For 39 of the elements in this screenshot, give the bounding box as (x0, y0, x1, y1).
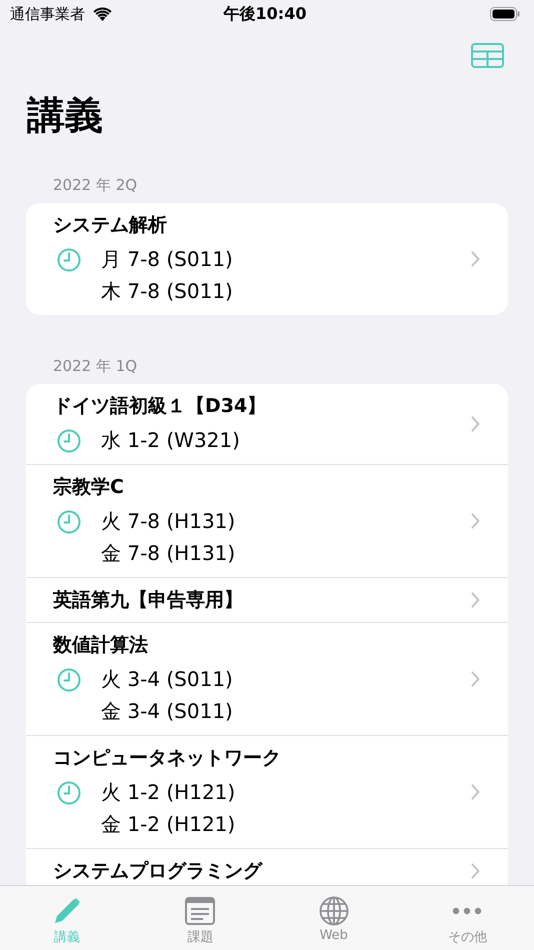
class-time: 月 7-8 (S011) (101, 246, 233, 273)
clock-icon (57, 781, 81, 805)
chevron-icon (471, 592, 480, 608)
chevron-icon (471, 863, 480, 879)
section-header: 2022 年 2Q (52, 175, 138, 196)
chevron-icon (471, 671, 480, 687)
battery-icon (490, 7, 520, 21)
page-title: 講義 (26, 92, 104, 139)
section-header: 2022 年 1Q (52, 356, 138, 377)
chevron-icon (471, 251, 480, 267)
wifi-icon (93, 7, 112, 21)
clock-icon (57, 510, 81, 534)
chevron-icon (471, 513, 480, 529)
course-row[interactable]: 宗教学C 火 7-8 (H131) 金 7-8 (H131) (26, 465, 508, 578)
status-time: 午後10:40 (224, 4, 306, 24)
chevron-icon (471, 416, 480, 432)
course-row[interactable]: ドイツ語初級１【D34】 水 1-2 (W321) (26, 384, 508, 465)
course-row[interactable]: 数値計算法 火 3-4 (S011) 金 3-4 (S011) (26, 623, 508, 736)
table-icon[interactable] (471, 42, 504, 68)
more-icon (452, 907, 482, 915)
class-time: 金 1-2 (H121) (101, 811, 236, 838)
globe-icon (318, 896, 349, 926)
class-time: 火 7-8 (H131) (101, 508, 236, 535)
class-time: 木 7-8 (S011) (101, 278, 233, 305)
class-time: 水 1-2 (W321) (101, 427, 240, 454)
class-time: 金 3-4 (S011) (101, 698, 233, 725)
course-row[interactable]: コンピュータネットワーク 火 1-2 (H121) 金 1-2 (H121) (26, 736, 508, 849)
chevron-icon (471, 784, 480, 800)
class-time: 金 7-8 (H131) (101, 540, 236, 567)
clock-icon (57, 248, 81, 272)
class-time: 火 1-2 (H121) (101, 779, 236, 806)
course-row[interactable]: システムプログラミング (26, 849, 508, 885)
class-time: 火 3-4 (S011) (101, 666, 233, 693)
clock-icon (57, 668, 81, 692)
course-row[interactable]: 英語第九【申告専用】 (26, 578, 508, 623)
note-icon (185, 897, 216, 925)
carrier-name: 通信事業者 (10, 4, 85, 24)
course-row[interactable]: システム解析 月 7-8 (S011) 木 7-8 (S011) (26, 203, 508, 315)
clock-icon (57, 429, 81, 453)
